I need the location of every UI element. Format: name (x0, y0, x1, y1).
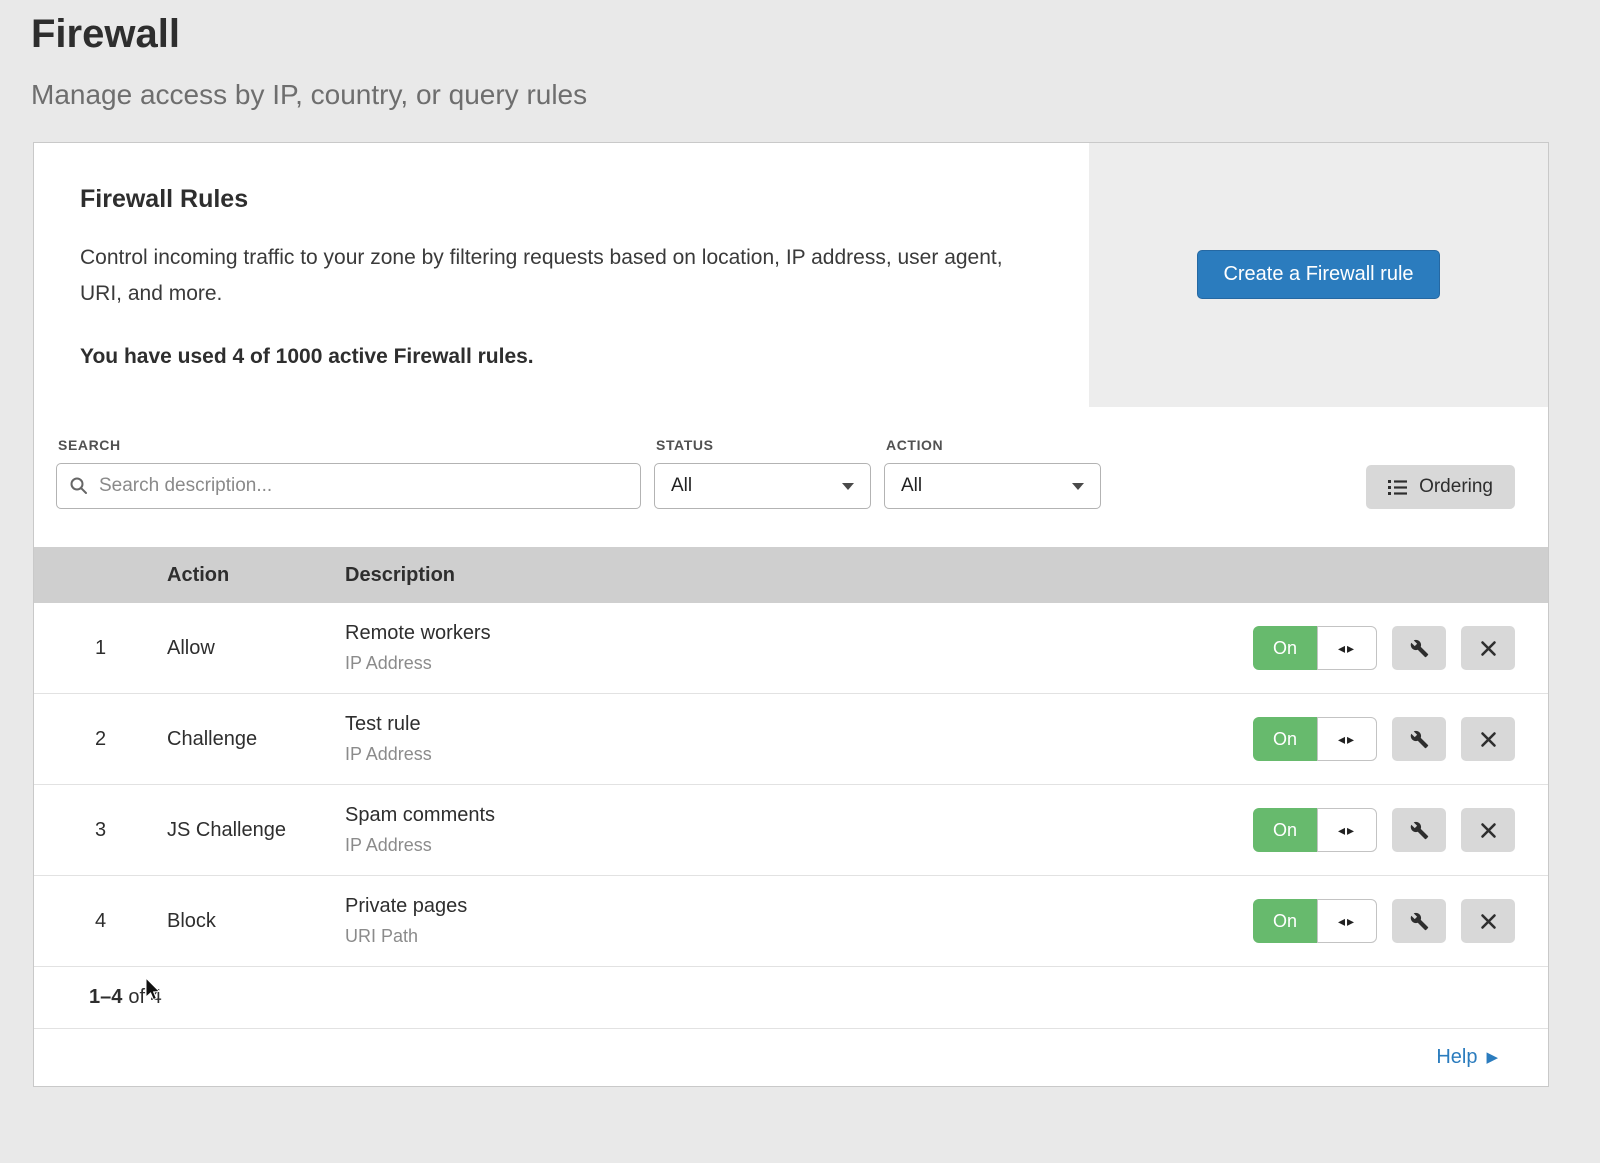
page-header: Firewall Manage access by IP, country, o… (0, 0, 1600, 112)
toggle-arrows-icon: ◂▸ (1317, 808, 1377, 852)
delete-rule-button[interactable] (1461, 626, 1515, 670)
rule-priority: 2 (34, 728, 167, 751)
rule-action: Challenge (167, 728, 345, 751)
ordered-list-icon (1388, 479, 1407, 496)
help-row: Help ▶ (34, 1029, 1548, 1086)
table-row: 3 JS Challenge Spam comments IP Address … (34, 785, 1548, 876)
search-filter-group: SEARCH (56, 437, 641, 509)
ordering-button[interactable]: Ordering (1366, 465, 1515, 509)
close-icon (1480, 731, 1497, 748)
page-subtitle: Manage access by IP, country, or query r… (31, 78, 1600, 112)
search-input[interactable] (56, 463, 641, 509)
delete-rule-button[interactable] (1461, 808, 1515, 852)
usage-text: You have used 4 of 1000 active Firewall … (80, 345, 1029, 369)
card-top-text: Firewall Rules Control incoming traffic … (34, 143, 1089, 408)
rule-enabled-toggle[interactable]: On ◂▸ (1253, 899, 1377, 943)
rule-controls: On ◂▸ (1253, 899, 1548, 943)
action-select[interactable]: All (884, 463, 1101, 509)
toggle-on-label: On (1253, 717, 1317, 761)
rule-match-type: URI Path (345, 926, 1253, 947)
rule-priority: 1 (34, 637, 167, 660)
help-link-label: Help (1436, 1046, 1477, 1069)
rule-priority: 4 (34, 910, 167, 933)
rule-enabled-toggle[interactable]: On ◂▸ (1253, 808, 1377, 852)
status-select-value: All (671, 475, 692, 497)
card-top-section: Firewall Rules Control incoming traffic … (34, 143, 1548, 408)
wrench-icon (1410, 912, 1429, 931)
close-icon (1480, 822, 1497, 839)
rule-priority: 3 (34, 819, 167, 842)
toggle-on-label: On (1253, 899, 1317, 943)
firewall-rules-card: Firewall Rules Control incoming traffic … (33, 142, 1549, 1088)
rule-enabled-toggle[interactable]: On ◂▸ (1253, 626, 1377, 670)
chevron-down-icon (842, 483, 854, 490)
rule-description: Remote workers (345, 622, 1253, 645)
description-column-header: Description (345, 564, 1548, 587)
rule-match-type: IP Address (345, 653, 1253, 674)
toggle-arrows-icon: ◂▸ (1317, 899, 1377, 943)
status-select[interactable]: All (654, 463, 871, 509)
rule-match-type: IP Address (345, 835, 1253, 856)
rule-controls: On ◂▸ (1253, 717, 1548, 761)
rule-description: Spam comments (345, 804, 1253, 827)
edit-rule-button[interactable] (1392, 808, 1446, 852)
wrench-icon (1410, 821, 1429, 840)
card-top-aside: Create a Firewall rule (1089, 143, 1548, 408)
status-label: STATUS (656, 437, 871, 453)
pagination-range: 1–4 (89, 986, 122, 1009)
help-link[interactable]: Help ▶ (1436, 1046, 1498, 1069)
action-select-value: All (901, 475, 922, 497)
edit-rule-button[interactable] (1392, 717, 1446, 761)
table-row: 4 Block Private pages URI Path On ◂▸ (34, 876, 1548, 967)
table-row: 2 Challenge Test rule IP Address On ◂▸ (34, 694, 1548, 785)
toggle-arrows-icon: ◂▸ (1317, 626, 1377, 670)
wrench-icon (1410, 730, 1429, 749)
rule-controls: On ◂▸ (1253, 808, 1548, 852)
section-description: Control incoming traffic to your zone by… (80, 240, 1025, 314)
rule-description-cell: Private pages URI Path (345, 895, 1253, 947)
rule-match-type: IP Address (345, 744, 1253, 765)
action-label: ACTION (886, 437, 1101, 453)
pagination: 1–4 of 4 (34, 967, 1548, 1029)
action-filter-group: ACTION All (884, 437, 1101, 509)
page-title: Firewall (31, 10, 1600, 58)
rule-description-cell: Remote workers IP Address (345, 622, 1253, 674)
rule-description: Test rule (345, 713, 1253, 736)
search-label: SEARCH (58, 437, 641, 453)
toggle-on-label: On (1253, 626, 1317, 670)
action-column-header: Action (167, 564, 345, 587)
rule-action: JS Challenge (167, 819, 345, 842)
filters-bar: SEARCH STATUS All ACTION All (34, 407, 1548, 547)
chevron-down-icon (1072, 483, 1084, 490)
status-filter-group: STATUS All (654, 437, 871, 509)
create-firewall-rule-button[interactable]: Create a Firewall rule (1197, 250, 1439, 299)
table-header: Action Description (34, 547, 1548, 603)
rule-description-cell: Test rule IP Address (345, 713, 1253, 765)
ordering-button-label: Ordering (1419, 476, 1493, 498)
toggle-arrows-icon: ◂▸ (1317, 717, 1377, 761)
delete-rule-button[interactable] (1461, 717, 1515, 761)
search-box (56, 463, 641, 509)
help-arrow-icon: ▶ (1486, 1050, 1498, 1065)
section-heading: Firewall Rules (80, 185, 1029, 214)
toggle-on-label: On (1253, 808, 1317, 852)
edit-rule-button[interactable] (1392, 899, 1446, 943)
rule-description-cell: Spam comments IP Address (345, 804, 1253, 856)
close-icon (1480, 913, 1497, 930)
pagination-total: of 4 (128, 986, 161, 1009)
rule-description: Private pages (345, 895, 1253, 918)
delete-rule-button[interactable] (1461, 899, 1515, 943)
edit-rule-button[interactable] (1392, 626, 1446, 670)
close-icon (1480, 640, 1497, 657)
table-row: 1 Allow Remote workers IP Address On ◂▸ (34, 603, 1548, 694)
rule-controls: On ◂▸ (1253, 626, 1548, 670)
rule-enabled-toggle[interactable]: On ◂▸ (1253, 717, 1377, 761)
rule-action: Allow (167, 637, 345, 660)
wrench-icon (1410, 639, 1429, 658)
rule-action: Block (167, 910, 345, 933)
